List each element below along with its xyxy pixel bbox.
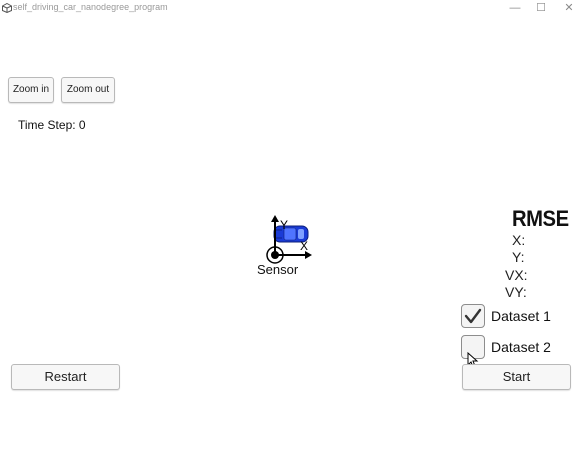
sensor-label: Sensor — [257, 262, 299, 277]
minimize-button[interactable]: — — [501, 1, 529, 15]
title-bar: self_driving_car_nanodegree_program — ☐ … — [0, 0, 585, 16]
dataset-1-checkbox[interactable] — [461, 304, 485, 328]
zoom-out-button[interactable]: Zoom out — [61, 77, 115, 103]
maximize-button[interactable]: ☐ — [527, 1, 555, 15]
simulation-scene: Y X — [266, 215, 312, 264]
rmse-title: RMSE — [512, 206, 569, 231]
rmse-x-label: X: — [512, 232, 526, 248]
rmse-vy-label: VY: — [505, 284, 527, 300]
unity-icon — [2, 3, 12, 13]
zoom-in-button[interactable]: Zoom in — [8, 77, 54, 103]
rmse-y-label: Y: — [512, 249, 525, 265]
dataset-2-label[interactable]: Dataset 2 — [491, 339, 551, 355]
time-step-label: Time Step: 0 — [18, 118, 86, 132]
y-axis-label: Y — [280, 218, 288, 232]
dataset-1-label[interactable]: Dataset 1 — [491, 308, 551, 324]
x-axis-label: X — [300, 239, 308, 253]
restart-button[interactable]: Restart — [11, 364, 120, 390]
window-title: self_driving_car_nanodegree_program — [13, 2, 168, 12]
checkmark-icon — [464, 308, 482, 324]
start-button[interactable]: Start — [462, 364, 571, 390]
rmse-vx-label: VX: — [505, 267, 528, 283]
close-button[interactable]: ✕ — [555, 1, 583, 15]
